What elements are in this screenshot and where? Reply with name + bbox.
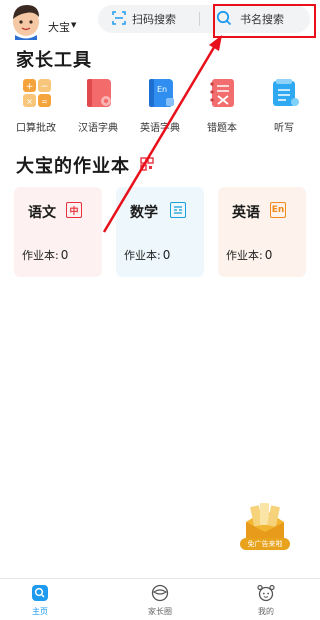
nav-label: 我的 <box>258 607 274 616</box>
tool-dictation[interactable]: 听写 <box>252 78 316 134</box>
math-badge-icon <box>170 202 186 218</box>
chevron-down-icon[interactable]: ▼ <box>71 21 76 29</box>
bottom-nav: 主页 家长圈 我的 <box>0 578 320 620</box>
homework-title: 大宝的作业本 <box>16 156 130 177</box>
nav-parent-circle[interactable]: 家长圈 <box>120 579 200 620</box>
tool-label: 错题本 <box>207 123 237 134</box>
tool-label: 听写 <box>274 123 294 134</box>
highlight-box <box>213 4 316 38</box>
chinese-badge-icon: 中 <box>66 202 82 218</box>
profile-icon <box>257 584 275 602</box>
ad-label: 免广告来啦 <box>240 538 290 550</box>
english-badge-icon: En <box>270 202 286 218</box>
scan-search-button[interactable]: 扫码搜索 <box>112 5 176 33</box>
tool-chinese-dictionary[interactable]: 汉语字典 <box>66 78 130 134</box>
homework-card-english[interactable]: 英语 En 作业本: 0 <box>218 187 306 277</box>
subject-label: 语文 <box>28 205 56 221</box>
chinese-dictionary-icon <box>84 78 114 108</box>
svg-text:En: En <box>157 85 167 94</box>
count-label: 作业本: <box>124 249 161 262</box>
ad-free-promo[interactable]: 免广告来啦 <box>236 500 294 552</box>
mistake-notebook-icon <box>208 78 238 108</box>
header: 大宝 ▼ 扫码搜索 书名搜索 <box>0 0 320 46</box>
avatar[interactable] <box>8 2 44 40</box>
calculator-icon: + − × = <box>22 78 52 108</box>
svg-text:×: × <box>26 97 33 106</box>
tool-label: 口算批改 <box>16 123 56 134</box>
count-value: 0 <box>60 248 69 262</box>
homework-count: 作业本: 0 <box>124 247 170 263</box>
nav-home[interactable]: 主页 <box>0 579 80 620</box>
tool-label: 汉语字典 <box>78 123 118 134</box>
scan-search-label: 扫码搜索 <box>132 13 176 26</box>
parent-circle-icon <box>151 584 169 602</box>
subject-label: 数学 <box>130 205 158 221</box>
scan-icon <box>112 10 126 28</box>
parent-tools-row: + − × = 口算批改 汉语字典 En 英语字典 错题本 听写 <box>0 78 320 134</box>
divider <box>199 12 200 26</box>
qr-code-icon[interactable] <box>140 156 154 171</box>
tool-label: 英语字典 <box>140 123 180 134</box>
home-icon <box>31 584 49 602</box>
homework-count: 作业本: 0 <box>22 247 68 263</box>
homework-card-math[interactable]: 数学 作业本: 0 <box>116 187 204 277</box>
parent-tools-title: 家长工具 <box>16 50 92 71</box>
tool-english-dictionary[interactable]: En 英语字典 <box>128 78 192 134</box>
count-label: 作业本: <box>22 249 59 262</box>
nav-profile[interactable]: 我的 <box>226 579 306 620</box>
nav-label: 家长圈 <box>148 607 172 616</box>
svg-text:−: − <box>41 82 49 92</box>
svg-text:=: = <box>41 97 48 106</box>
tool-mistake-notebook[interactable]: 错题本 <box>190 78 254 134</box>
svg-text:+: + <box>26 82 34 92</box>
child-name[interactable]: 大宝 <box>48 19 70 35</box>
count-value: 0 <box>162 248 171 262</box>
nav-label: 主页 <box>32 607 48 616</box>
english-dictionary-icon: En <box>146 78 176 108</box>
count-label: 作业本: <box>226 249 263 262</box>
tool-oral-math[interactable]: + − × = 口算批改 <box>4 78 68 134</box>
homework-count: 作业本: 0 <box>226 247 272 263</box>
dictation-icon <box>270 78 300 108</box>
subject-label: 英语 <box>232 205 260 221</box>
count-value: 0 <box>264 248 273 262</box>
homework-card-chinese[interactable]: 语文 中 作业本: 0 <box>14 187 102 277</box>
